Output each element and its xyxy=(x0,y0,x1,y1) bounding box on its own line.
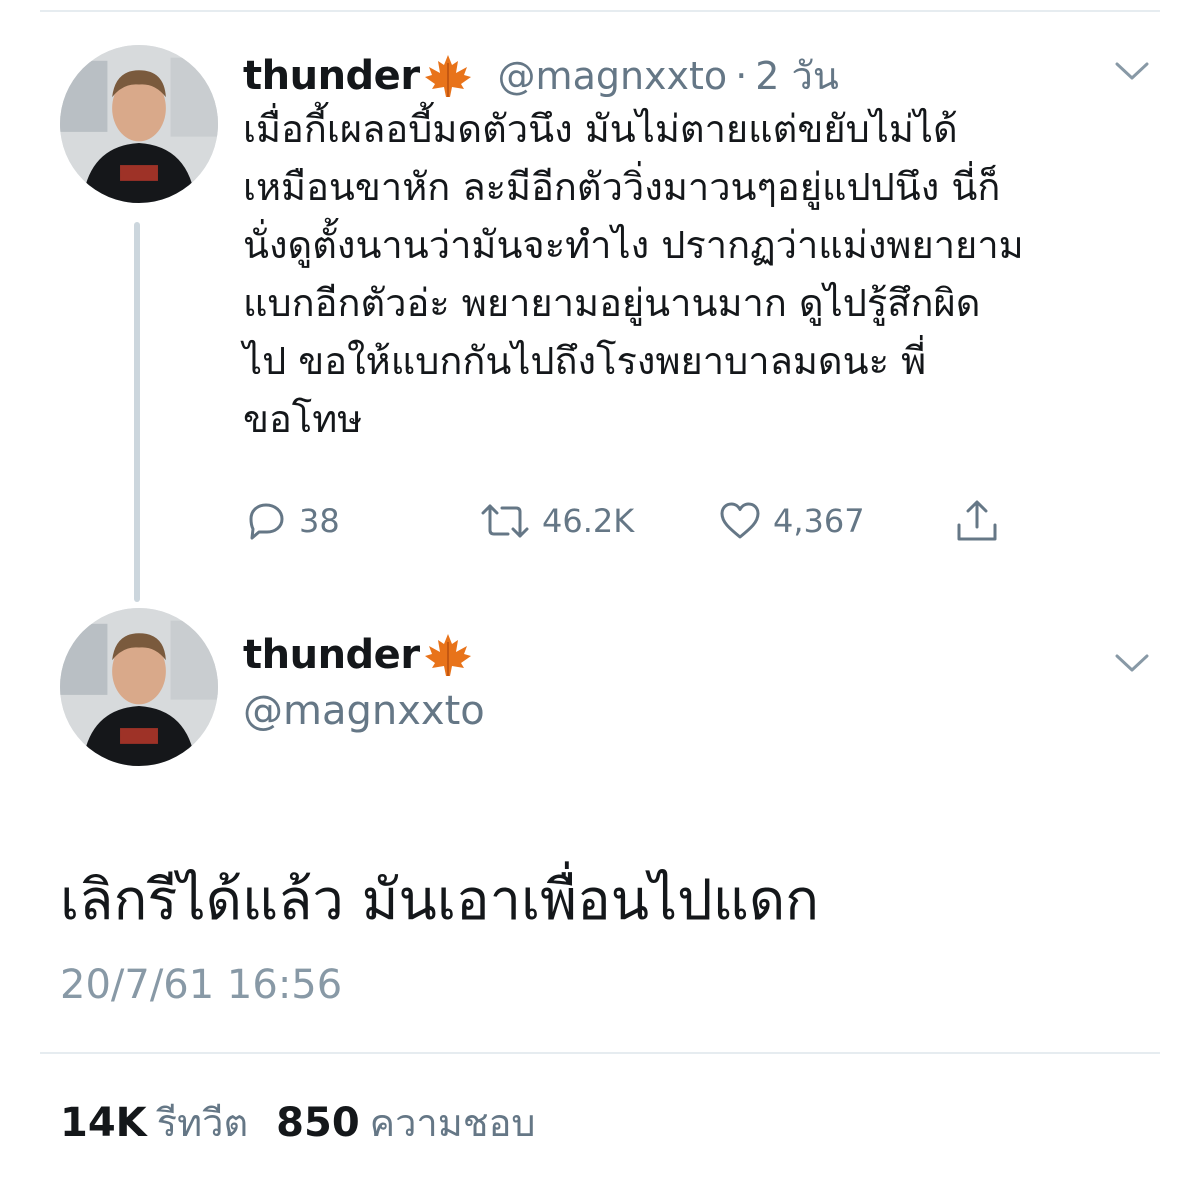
avatar[interactable] xyxy=(60,45,218,203)
like-count: 4,367 xyxy=(773,502,865,540)
reply-icon xyxy=(249,503,284,540)
avatar[interactable] xyxy=(60,608,218,766)
top-divider xyxy=(40,10,1160,12)
reply-button[interactable]: 38 xyxy=(243,495,340,547)
tweet-text-line: แบกอีกตัวอ่ะ พยายามอยู่นานมาก ดูไปรู้สึก… xyxy=(243,281,981,325)
tweet-text-line: เหมือนขาหัก ละมีอีกตัววิ่งมาวนๆอยู่แปปนึ… xyxy=(243,165,1001,209)
retweet-count: 46.2K xyxy=(542,502,635,540)
chevron-down-icon[interactable] xyxy=(1112,56,1152,86)
tweet-header: thunder @magnxxto · 2 วัน xyxy=(243,45,839,106)
avatar-photo-icon xyxy=(60,45,218,203)
engagement-stats: 14K รีทวีต 850 ความชอบ xyxy=(60,1092,564,1153)
handle[interactable]: @magnxxto xyxy=(498,54,728,98)
maple-leaf-icon xyxy=(422,632,474,678)
like-total[interactable]: 850 xyxy=(276,1100,360,1146)
separator-dot: · xyxy=(735,53,748,98)
display-name[interactable]: thunder xyxy=(243,632,420,678)
timestamp[interactable]: 20/7/61 16:56 xyxy=(60,962,342,1008)
relative-time[interactable]: 2 วัน xyxy=(755,45,839,106)
tweet-text-line: ไป ขอให้แบกกันไปถึงโรงพยาบาลมดนะ พี่ xyxy=(243,339,927,383)
retweet-button[interactable]: 46.2K xyxy=(478,495,634,547)
display-name[interactable]: thunder xyxy=(243,53,420,99)
like-button[interactable]: 4,367 xyxy=(717,495,865,547)
share-icon xyxy=(957,500,997,541)
retweet-total[interactable]: 14K xyxy=(60,1100,147,1146)
tweet-text-line: นั่งดูตั้งนานว่ามันจะทำไง ปรากฏว่าแม่งพย… xyxy=(243,223,1024,267)
thread-line xyxy=(134,222,140,602)
tweet-text: เมื่อกี้เผลอบี้มดตัวนึง มันไม่ตายแต่ขยับ… xyxy=(243,100,1163,448)
retweet-icon xyxy=(481,504,529,538)
reply-text: เลิกรีได้แล้ว มันเอาเพื่อนไปแดก xyxy=(60,868,820,933)
chevron-down-icon[interactable] xyxy=(1112,648,1152,678)
retweet-label[interactable]: รีทวีต xyxy=(157,1092,248,1153)
avatar-photo-icon xyxy=(60,608,218,766)
maple-leaf-icon xyxy=(422,53,474,99)
reply-count: 38 xyxy=(299,502,340,540)
reply-header: thunder xyxy=(243,632,474,678)
tweet-text-line: ขอโทษ xyxy=(243,397,363,441)
share-button[interactable] xyxy=(953,495,1001,547)
action-bar: 38 46.2K 4,367 xyxy=(243,495,1023,547)
handle[interactable]: @magnxxto xyxy=(243,688,485,734)
tweet-text-line: เมื่อกี้เผลอบี้มดตัวนึง มันไม่ตายแต่ขยับ… xyxy=(243,107,958,151)
like-label[interactable]: ความชอบ xyxy=(370,1092,536,1153)
stats-divider xyxy=(40,1052,1160,1054)
heart-icon xyxy=(720,502,760,539)
